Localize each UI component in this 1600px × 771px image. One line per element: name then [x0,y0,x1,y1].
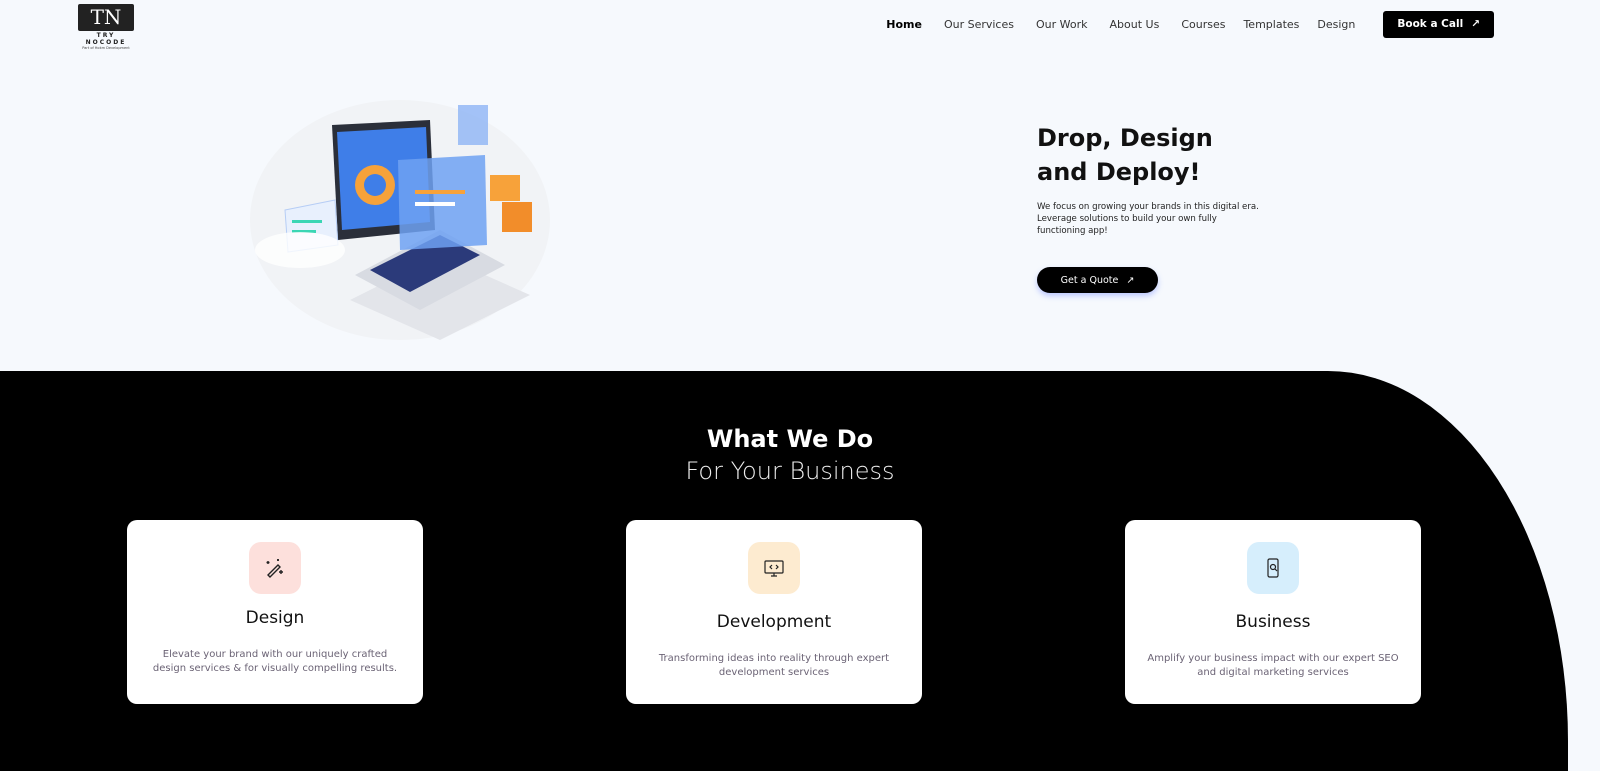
hero-section: Drop, Design and Deploy! We focus on grow… [1037,121,1267,293]
logo[interactable]: TN TRY NOCODE Part of Hokm Development [78,4,134,50]
nav-about-us[interactable]: About Us [1110,18,1160,31]
services-heading: What We Do For Your Business [685,425,895,485]
magic-wand-icon [249,542,301,594]
nav-home[interactable]: Home [886,18,922,31]
service-card-design[interactable]: Design Elevate your brand with our uniqu… [127,520,423,704]
code-monitor-icon [748,542,800,594]
nav-design[interactable]: Design [1317,18,1355,31]
service-card-business[interactable]: Business Amplify your business impact wi… [1125,520,1421,704]
book-a-call-button[interactable]: Book a Call ↗ [1383,11,1494,38]
hero-title: Drop, Design and Deploy! [1037,124,1213,186]
mobile-search-icon [1247,542,1299,594]
service-card-development[interactable]: Development Transforming ideas into real… [626,520,922,704]
hero-illustration [250,100,550,340]
main-nav: Home Our Services Our Work About Us Cour… [864,11,1494,38]
arrow-up-right-icon: ↗ [1471,18,1480,30]
nav-our-work[interactable]: Our Work [1036,18,1088,31]
hero-description: We focus on growing your brands in this … [1037,202,1259,236]
get-a-quote-button[interactable]: Get a Quote ↗ [1037,267,1158,293]
arrow-up-right-icon: ↗ [1126,274,1135,286]
nav-courses[interactable]: Courses [1181,18,1225,31]
nav-our-services[interactable]: Our Services [944,18,1014,31]
nav-templates[interactable]: Templates [1243,18,1299,31]
